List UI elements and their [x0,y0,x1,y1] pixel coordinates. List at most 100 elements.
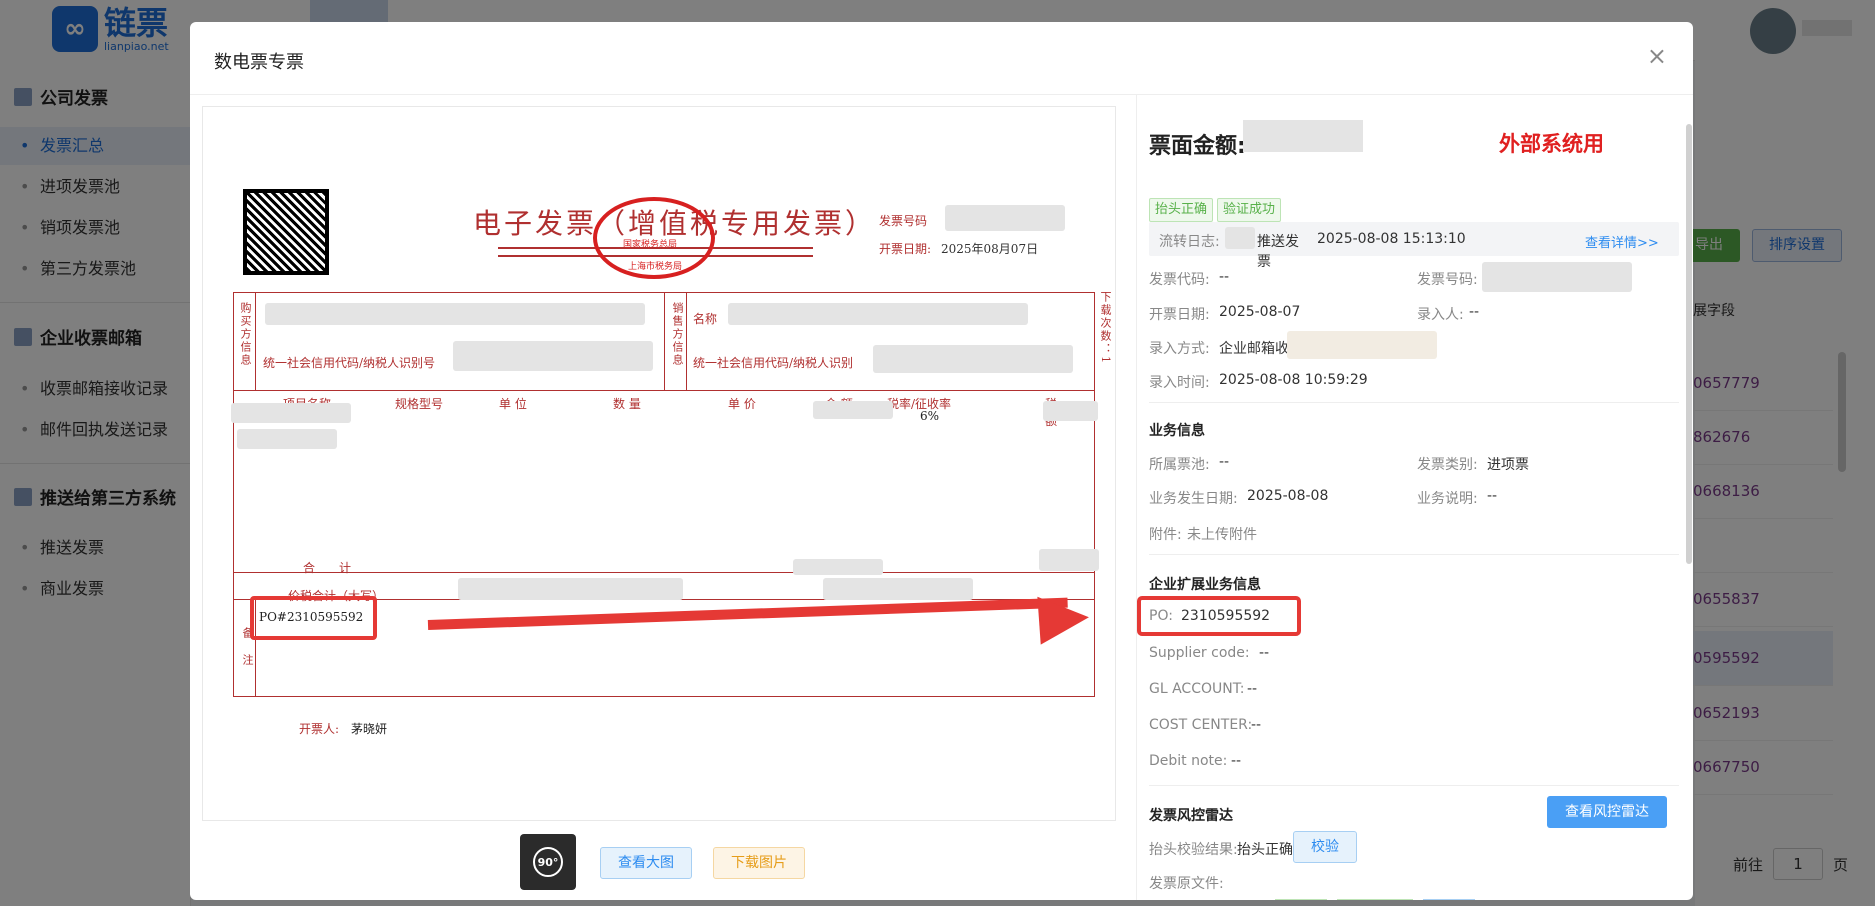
supplier-code-label: Supplier code: [1149,645,1250,661]
file-button[interactable] [1423,899,1475,900]
business-date-value: 2025-08-08 [1247,488,1329,504]
item-name-redacted [231,403,351,423]
amount-redacted [1243,120,1363,152]
supplier-code-value: -- [1259,645,1270,661]
entry-method-label: 录入方式: [1149,341,1210,357]
cost-center-label: COST CENTER: [1149,717,1253,733]
qr-code-icon [243,189,329,275]
invoice-details-panel: 票面金额: 外部系统用 抬头正确 验证成功 流转日志: 推送发票 2025-08… [1136,94,1679,900]
total-tax-redacted [1039,549,1099,571]
view-risk-radar-button[interactable]: 查看风控雷达 [1547,796,1667,828]
issue-date-value: 2025年08月07日 [941,242,1039,256]
seal-text-bottom: 上海市税务局 [628,262,683,272]
invoice-number-label: 发票号码 [879,214,928,228]
status-badge: 验证成功 [1217,198,1282,222]
log-label: 流转日志: [1159,234,1220,250]
attachment-label: 附件: [1149,527,1182,543]
close-icon[interactable]: × [1647,44,1667,68]
issuer-label: 开票人: [299,722,340,736]
amount-redacted [813,401,893,419]
total-words-redacted [458,578,683,600]
invoice-modal: 数电票专票 × 电子发票（增值税专用发票） 国家税务总局 上海市税务局 发票号码… [190,22,1693,900]
col-unit: 单 位 [499,397,527,411]
modal-title: 数电票专票 [214,52,304,73]
tax-rate-value: 6% [920,409,940,423]
col-spec: 规格型号 [395,397,444,411]
invoice-type-value: 进项票 [1487,457,1529,473]
seller-side-label: 销售方信息 [671,302,684,367]
entry-time-label: 录入时间: [1149,375,1210,391]
total-label: 合 计 [303,561,352,575]
debit-note-value: -- [1231,753,1242,769]
attachment-value: 未上传附件 [1187,527,1257,543]
rotate-icon: 90° [533,847,563,877]
original-file-label: 发票原文件: [1149,876,1224,892]
po-highlight-box [250,596,377,640]
table-line [233,390,1095,391]
details-scrollbar[interactable] [1686,124,1692,564]
business-desc-value: -- [1487,488,1498,504]
log-user-redacted [1225,227,1255,249]
table-line [255,292,256,390]
pool-value: -- [1219,454,1230,470]
view-details-link[interactable]: 查看详情>> [1585,232,1659,251]
download-image-button[interactable]: 下载图片 [713,847,805,879]
gl-account-value: -- [1247,681,1258,697]
risk-radar-heading: 发票风控雷达 [1149,808,1233,824]
file-button[interactable] [1337,899,1413,900]
viewer-toolbar: 90° 查看大图 下载图片 [190,830,1114,900]
external-system-tag: 外部系统用 [1499,132,1604,156]
section-divider [1149,554,1679,555]
col-qty: 数 量 [613,397,641,411]
pool-label: 所属票池: [1149,457,1210,473]
invoice-code-value: -- [1219,269,1230,285]
issuer-value: 茅晓妍 [351,722,388,736]
modal-header: 数电票专票 × [190,22,1693,95]
file-button[interactable] [1275,899,1327,900]
header-check-value: 抬头正确 [1237,842,1293,858]
buyer-name-redacted [265,303,645,325]
seal-text-top: 国家税务总局 [623,240,678,250]
col-price: 单 价 [728,397,756,411]
log-time: 2025-08-08 15:13:10 [1317,231,1466,247]
rotate-button[interactable]: 90° [520,834,576,890]
table-line [664,292,665,390]
section-divider [1149,402,1679,403]
po-highlight-box [1137,596,1301,636]
invoice-number-redacted [1482,262,1632,292]
arrow-head-icon [1037,593,1091,645]
download-count-label: 下载次数：1 [1099,291,1112,365]
section-divider [1149,785,1679,786]
tax-redacted [1043,401,1098,421]
entry-time-value: 2025-08-08 10:59:29 [1219,372,1368,388]
debit-note-label: Debit note: [1149,753,1228,769]
seller-name-redacted [728,303,1028,325]
business-date-label: 业务发生日期: [1149,491,1238,507]
seller-credit-code-label: 统一社会信用代码/纳税人识别 [693,356,854,370]
cost-center-value: -- [1251,717,1262,733]
verify-button[interactable]: 校验 [1293,831,1357,863]
invoice-image: 电子发票（增值税专用发票） 国家税务总局 上海市税务局 发票号码 开票日期: 2… [203,107,1115,820]
extended-info-heading: 企业扩展业务信息 [1149,577,1261,593]
seller-name-label: 名称 [693,312,718,326]
buyer-credit-code-label: 统一社会信用代码/纳税人识别号 [263,356,436,370]
business-desc-label: 业务说明: [1417,491,1478,507]
table-line [686,292,687,390]
entry-person-value: -- [1469,304,1480,320]
amount-label: 票面金额: [1149,134,1246,159]
invoice-type-label: 发票类别: [1417,457,1478,473]
business-info-heading: 业务信息 [1149,423,1205,439]
gl-account-label: GL ACCOUNT: [1149,681,1245,697]
table-line [233,572,1095,573]
entry-method-value: 企业邮箱收 [1219,341,1289,357]
total-figure-redacted [823,578,973,600]
header-check-label: 抬头校验结果: [1149,842,1238,858]
view-large-button[interactable]: 查看大图 [600,847,692,879]
status-badge: 抬头正确 [1149,198,1214,222]
entry-email-redacted [1287,331,1437,359]
invoice-number-redacted [945,205,1065,231]
invoice-number-label: 发票号码: [1417,272,1478,288]
item-name-redacted [237,429,337,449]
seller-credit-code-redacted [873,345,1073,373]
invoice-image-panel: 电子发票（增值税专用发票） 国家税务总局 上海市税务局 发票号码 开票日期: 2… [202,106,1116,821]
